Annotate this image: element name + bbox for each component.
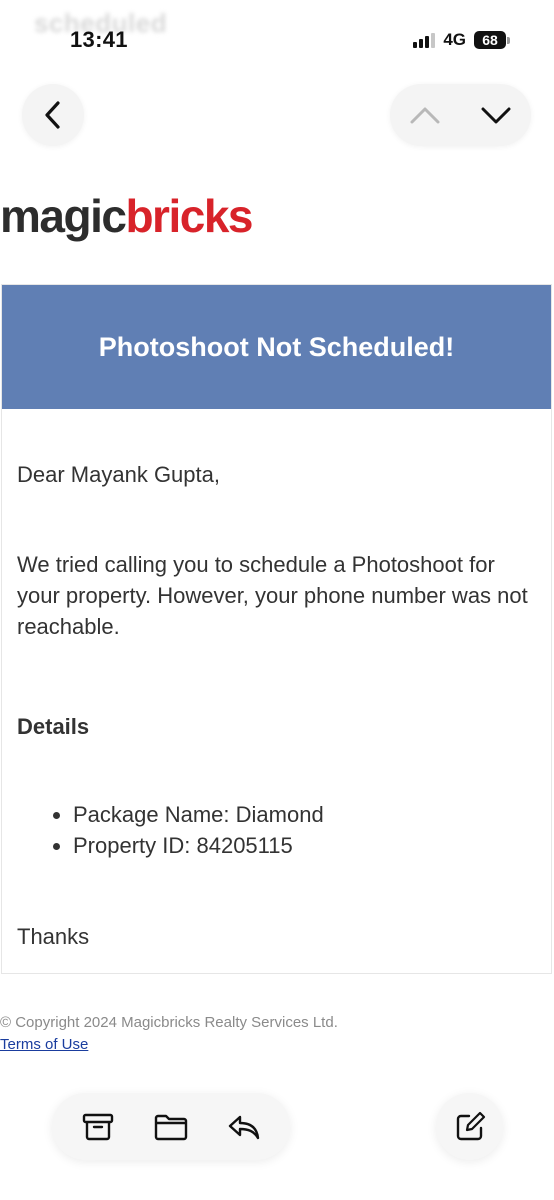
back-button[interactable] (22, 84, 84, 146)
magicbricks-logo: magicbricks (0, 190, 253, 242)
chevron-up-icon (410, 107, 440, 124)
network-type: 4G (443, 30, 466, 49)
detail-package: Package Name: Diamond (73, 799, 324, 830)
details-heading: Details (17, 714, 90, 739)
archive-icon (83, 1113, 114, 1140)
message-navigation (390, 84, 531, 146)
move-to-folder-button[interactable] (143, 1099, 199, 1155)
banner-title: Photoshoot Not Scheduled! (98, 331, 455, 362)
reply-icon (228, 1115, 259, 1139)
compose-button[interactable] (436, 1093, 503, 1160)
battery-level: 68 (474, 31, 506, 49)
email-paragraph: We tried calling you to schedule a Photo… (17, 552, 528, 639)
email-banner: Photoshoot Not Scheduled! (2, 285, 551, 409)
bottom-toolbar (52, 1093, 290, 1160)
compose-icon (456, 1111, 485, 1140)
cellular-signal-icon (413, 32, 436, 48)
folder-icon (154, 1114, 188, 1140)
details-list: Package Name: Diamond Property ID: 84205… (17, 799, 324, 861)
status-indicators: 4G 68 (413, 30, 510, 50)
sign-off: Thanks (17, 924, 90, 949)
greeting: Dear Mayank Gupta, (17, 462, 220, 487)
copyright-text: © Copyright 2024 Magicbricks Realty Serv… (0, 1014, 338, 1031)
email-card: Photoshoot Not Scheduled! Dear Mayank Gu… (1, 284, 552, 974)
chevron-left-icon (45, 101, 60, 129)
terms-of-use-link[interactable]: Terms of Use (0, 1036, 88, 1053)
chevron-down-icon (481, 107, 511, 124)
reply-button[interactable] (216, 1099, 272, 1155)
next-message-button[interactable] (468, 87, 524, 143)
archive-button[interactable] (70, 1099, 126, 1155)
previous-message-button[interactable] (397, 87, 453, 143)
status-time: 13:41 (70, 27, 128, 52)
detail-property-id: Property ID: 84205115 (73, 830, 324, 861)
battery-icon: 68 (474, 31, 510, 49)
